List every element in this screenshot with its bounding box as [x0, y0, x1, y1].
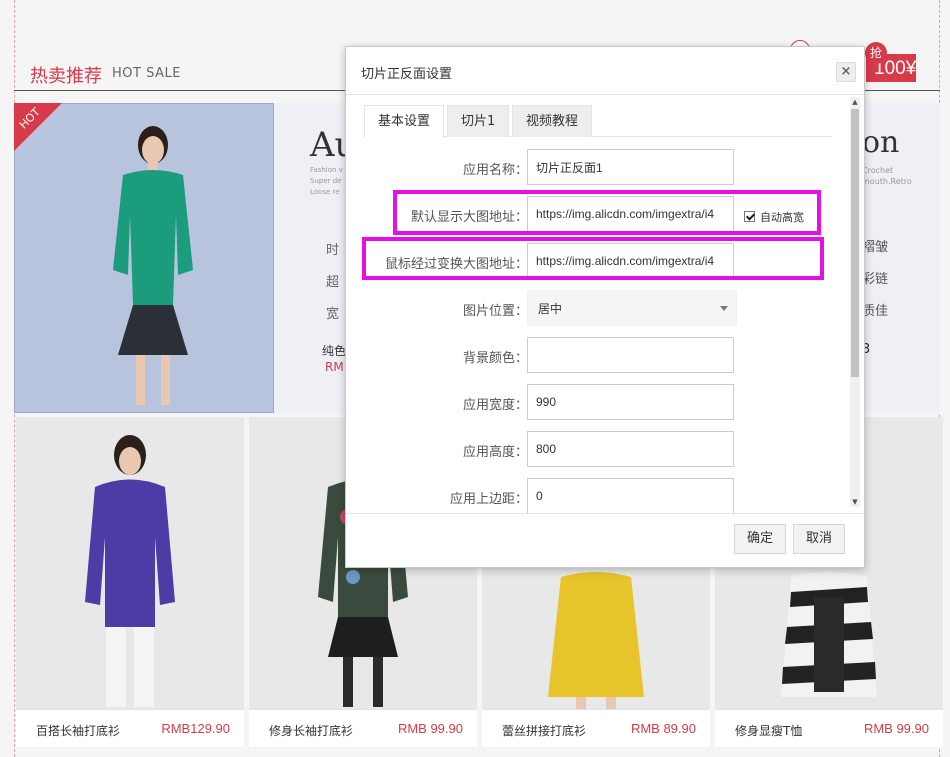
banner-right-copy: Crochet mouth.Retro	[862, 166, 912, 186]
tab-basic-settings[interactable]: 基本设置	[364, 105, 445, 138]
chevron-down-icon	[720, 306, 728, 311]
field-app-height: 应用高度：	[346, 431, 846, 467]
app-height-label: 应用高度：	[462, 445, 528, 460]
banner-left-copy: Fashion v Super de Loose re	[310, 166, 343, 196]
product-name: 修身显瘦T恤	[735, 724, 803, 738]
product-caption: 修身长袖打底衫 RMB 99.90	[249, 709, 477, 747]
banner-left-price-tag: RM	[325, 360, 344, 374]
banner-left-tag: 纯色	[322, 344, 347, 358]
field-app-width: 应用宽度：	[346, 384, 846, 420]
dialog-footer: 确定 取消	[346, 513, 864, 567]
dialog-header: 切片正反面设置 ×	[346, 47, 864, 95]
product-price: RMB129.90	[161, 721, 230, 736]
close-icon[interactable]: ×	[836, 62, 856, 82]
scroll-down-icon[interactable]: ▼	[850, 497, 860, 507]
promo-grab-badge: 抢	[865, 42, 887, 64]
hot-sale-title: 热卖推荐	[30, 66, 102, 87]
bg-color-input[interactable]	[527, 337, 734, 373]
banner-right-heading: on	[862, 125, 900, 160]
annotation-highlight-default-image	[393, 190, 821, 235]
dialog-scrollbar[interactable]: ▲ ▼	[850, 97, 860, 507]
image-position-label: 图片位置：	[462, 304, 528, 319]
image-position-select[interactable]: 居中	[527, 290, 737, 326]
scroll-thumb[interactable]	[851, 109, 859, 377]
scroll-up-icon[interactable]: ▲	[850, 97, 860, 107]
dialog-body: 基本设置 切片1 视频教程 应用名称： 鼠标经过变换大图地址： 默认显示大图地址…	[346, 95, 864, 515]
cancel-button[interactable]: 取消	[793, 524, 846, 554]
product-price: RMB 99.90	[397, 721, 463, 736]
field-app-name: 应用名称：	[346, 149, 846, 185]
slice-settings-dialog: 切片正反面设置 × 基本设置 切片1 视频教程 应用名称： 鼠标经过变换大图地址…	[345, 46, 865, 568]
product-price: RMB 99.90	[863, 721, 929, 736]
banner-left-features: 时 超 宽	[326, 243, 340, 322]
confirm-button[interactable]: 确定	[734, 524, 787, 554]
app-width-label: 应用宽度：	[462, 398, 528, 413]
annotation-highlight-hover-image	[362, 237, 824, 280]
field-image-position: 图片位置： 居中	[346, 290, 846, 326]
product-card[interactable]: 百搭长袖打底衫 RMB129.90	[16, 417, 244, 747]
app-name-label: 应用名称：	[462, 163, 528, 178]
tab-slice-1[interactable]: 切片1	[447, 105, 510, 137]
banner-right-features: 褶皱 彩链 质佳	[862, 240, 889, 319]
hot-sale-subtitle: HOT SALE	[112, 66, 181, 81]
model-purple-hoodie-image	[85, 435, 175, 707]
tab-bar: 基本设置 切片1 视频教程	[364, 105, 832, 138]
dialog-title: 切片正反面设置	[361, 67, 453, 82]
field-bg-color: 背景颜色：	[346, 337, 846, 373]
field-app-top-margin: 应用上边距：	[346, 478, 846, 514]
app-top-margin-label: 应用上边距：	[449, 492, 528, 507]
app-height-input[interactable]	[527, 431, 734, 467]
product-name: 修身长袖打底衫	[269, 724, 354, 738]
product-price: RMB 89.90	[630, 721, 696, 736]
product-name: 百搭长袖打底衫	[36, 724, 121, 738]
app-name-input[interactable]	[527, 149, 734, 185]
product-name: 蕾丝拼接打底衫	[502, 724, 587, 738]
app-width-input[interactable]	[527, 384, 734, 420]
app-top-margin-input[interactable]	[527, 478, 734, 514]
tab-video-tutorial[interactable]: 视频教程	[512, 105, 593, 137]
product-caption: 修身显瘦T恤 RMB 99.90	[715, 709, 943, 747]
bg-color-label: 背景颜色：	[462, 351, 528, 366]
product-caption: 百搭长袖打底衫 RMB129.90	[16, 709, 244, 747]
product-caption: 蕾丝拼接打底衫 RMB 89.90	[482, 709, 710, 747]
model-green-sweater-image	[113, 126, 193, 405]
image-position-value: 居中	[538, 302, 563, 316]
